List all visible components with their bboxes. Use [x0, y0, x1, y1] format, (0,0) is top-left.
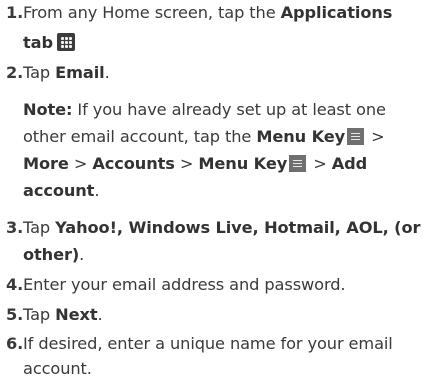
note-line-3: More > Accounts > Menu Key > Add [23, 154, 368, 173]
applications-grid-icon [56, 33, 75, 51]
step-number: 4. [6, 275, 24, 294]
step-number: 6. [6, 334, 24, 353]
step-number: 5. [6, 305, 24, 324]
step-4-line-1: Enter your email address and password. [23, 275, 346, 294]
note-line-4: account. [23, 181, 100, 200]
step-1-line-2: tab [23, 30, 75, 56]
step-5-line-1: Tap Next. [23, 305, 103, 324]
step-3-line-2: other). [23, 245, 85, 264]
note-line-1: Note: If you have already set up at leas… [23, 100, 386, 119]
menu-key-icon [289, 155, 307, 172]
step-6-line-2: account. [23, 359, 92, 378]
menu-key-icon [347, 128, 365, 145]
step-2-line-1: Tap Email. [23, 63, 110, 82]
note-line-2: other email account, tap the Menu Key > [23, 127, 385, 146]
step-6-line-1: If desired, enter a unique name for your… [23, 334, 393, 353]
step-number: 2. [6, 63, 24, 82]
step-1-line-1: From any Home screen, tap the Applicatio… [23, 3, 393, 22]
step-3-line-1: Tap Yahoo!, Windows Live, Hotmail, AOL, … [23, 218, 421, 237]
step-number: 3. [6, 218, 24, 237]
step-number: 1. [6, 3, 24, 22]
